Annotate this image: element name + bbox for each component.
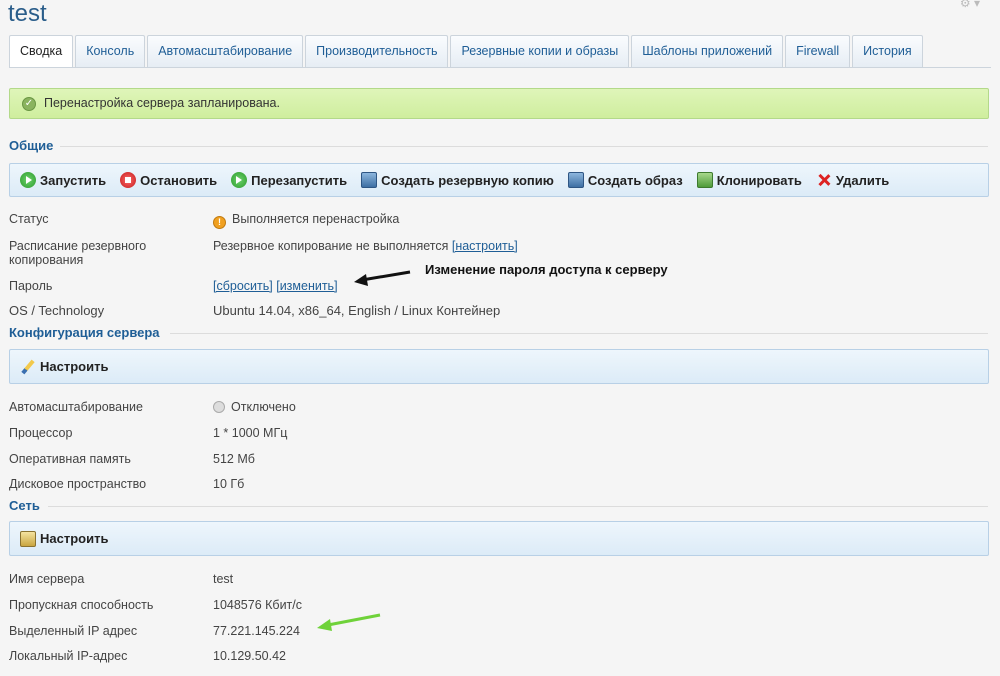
cpu-label: Процессор [9, 426, 73, 440]
warning-icon: ! [213, 216, 226, 229]
backup-schedule-text: Резервное копирование не выполняется [213, 239, 449, 253]
password-label: Пароль [9, 279, 53, 293]
tab-bar: Сводка Консоль Автомасштабирование Произ… [9, 35, 925, 68]
tab-divider [9, 67, 991, 68]
stop-button[interactable]: Остановить [120, 172, 217, 188]
pencil-icon [20, 359, 36, 375]
backup-schedule-label-line2: копирования [9, 253, 84, 267]
divider [48, 506, 988, 507]
disabled-status-icon [213, 401, 225, 413]
os-value: Ubuntu 14.04, x86_64, English / Linux Ко… [213, 303, 501, 318]
section-network-heading: Сеть [9, 498, 40, 513]
create-image-button[interactable]: Создать образ [567, 172, 683, 188]
clone-icon [696, 172, 713, 188]
autoscale-label: Автомасштабирование [9, 400, 143, 414]
delete-button[interactable]: Удалить [816, 172, 889, 188]
tab-autoscale[interactable]: Автомасштабирование [147, 35, 304, 67]
green-arrow-icon [317, 613, 381, 631]
configure-server-button[interactable]: Настроить [20, 359, 108, 375]
tab-backups[interactable]: Резервные копии и образы [450, 35, 630, 67]
check-icon: ✓ [22, 96, 36, 111]
section-config-heading: Конфигурация сервера [9, 325, 160, 340]
backup-label: Создать резервную копию [381, 172, 554, 188]
ram-value: 512 Мб [213, 452, 255, 466]
actions-toolbar: Запустить Остановить Перезапустить Созда… [9, 163, 989, 197]
password-change-link[interactable]: [изменить] [276, 279, 337, 293]
hostname-label: Имя сервера [9, 572, 85, 586]
delete-icon [816, 172, 832, 188]
bandwidth-label: Пропускная способность [9, 598, 154, 612]
play-icon [20, 172, 36, 188]
cpu-value: 1 * 1000 МГц [213, 426, 288, 440]
backup-button[interactable]: Создать резервную копию [361, 172, 554, 188]
success-alert: ✓ Перенастройка сервера запланирована. [9, 88, 989, 119]
section-general-heading: Общие [9, 138, 54, 153]
start-button[interactable]: Запустить [20, 172, 106, 188]
start-label: Запустить [40, 172, 107, 188]
ram-label: Оперативная память [9, 452, 131, 466]
disk-value: 10 Гб [213, 477, 245, 491]
alert-text: Перенастройка сервера запланирована. [44, 96, 280, 110]
bandwidth-value: 1048576 Кбит/с [213, 598, 303, 612]
divider [60, 146, 988, 147]
annotation-text: Изменение пароля доступа к серверу [425, 262, 668, 277]
password-actions: [сбросить] [изменить] [213, 279, 338, 293]
tab-summary[interactable]: Сводка [9, 35, 74, 68]
status-label: Статус [9, 212, 49, 226]
ip-value: 77.221.145.224 [213, 624, 300, 638]
page-title: test [8, 0, 47, 27]
autoscale-text: Отключено [231, 400, 296, 414]
tab-console[interactable]: Консоль [75, 35, 146, 67]
status-text: Выполняется перенастройка [232, 212, 400, 226]
annotation-arrow-icon [354, 270, 411, 286]
corner-icon[interactable]: ⚙ ▾ [960, 0, 980, 10]
configure-network-button[interactable]: Настроить [20, 530, 109, 547]
restart-icon [231, 172, 248, 188]
backup-schedule-label-line1: Расписание резервного [9, 239, 147, 253]
ip-label: Выделенный IP адрес [9, 624, 138, 638]
configure-backup-link[interactable]: [настроить] [452, 239, 518, 253]
backup-schedule-value: Резервное копирование не выполняется [на… [213, 239, 518, 253]
disk-label: Дисковое пространство [9, 477, 147, 491]
tab-history[interactable]: История [852, 35, 923, 67]
local-ip-value: 10.129.50.42 [213, 649, 286, 663]
backup-schedule-label: Расписание резервного копирования [9, 239, 146, 267]
stop-icon [120, 172, 137, 188]
restart-button[interactable]: Перезапустить [231, 172, 347, 188]
configure-server-label: Настроить [40, 359, 109, 374]
restart-label: Перезапустить [251, 172, 348, 188]
os-label: OS / Technology [9, 303, 105, 318]
create-image-label: Создать образ [587, 172, 683, 188]
network-toolbar: Настроить [9, 521, 989, 556]
configure-network-label: Настроить [40, 531, 109, 546]
config-toolbar: Настроить [9, 349, 989, 384]
image-icon [567, 172, 584, 188]
divider [170, 333, 988, 334]
tab-firewall[interactable]: Firewall [785, 35, 851, 67]
local-ip-label: Локальный IP-адрес [9, 649, 128, 663]
tab-templates[interactable]: Шаблоны приложений [631, 35, 784, 67]
autoscale-value: Отключено [213, 400, 296, 414]
backup-icon [361, 172, 378, 188]
password-reset-link[interactable]: [сбросить] [213, 279, 273, 293]
delete-label: Удалить [835, 172, 890, 188]
tab-performance[interactable]: Производительность [305, 35, 449, 67]
stop-label: Остановить [140, 172, 218, 188]
hostname-value: test [213, 572, 234, 586]
clone-button[interactable]: Клонировать [696, 172, 802, 188]
clone-label: Клонировать [716, 172, 802, 188]
network-config-icon [20, 530, 36, 547]
status-value: ! Выполняется перенастройка [213, 212, 399, 229]
